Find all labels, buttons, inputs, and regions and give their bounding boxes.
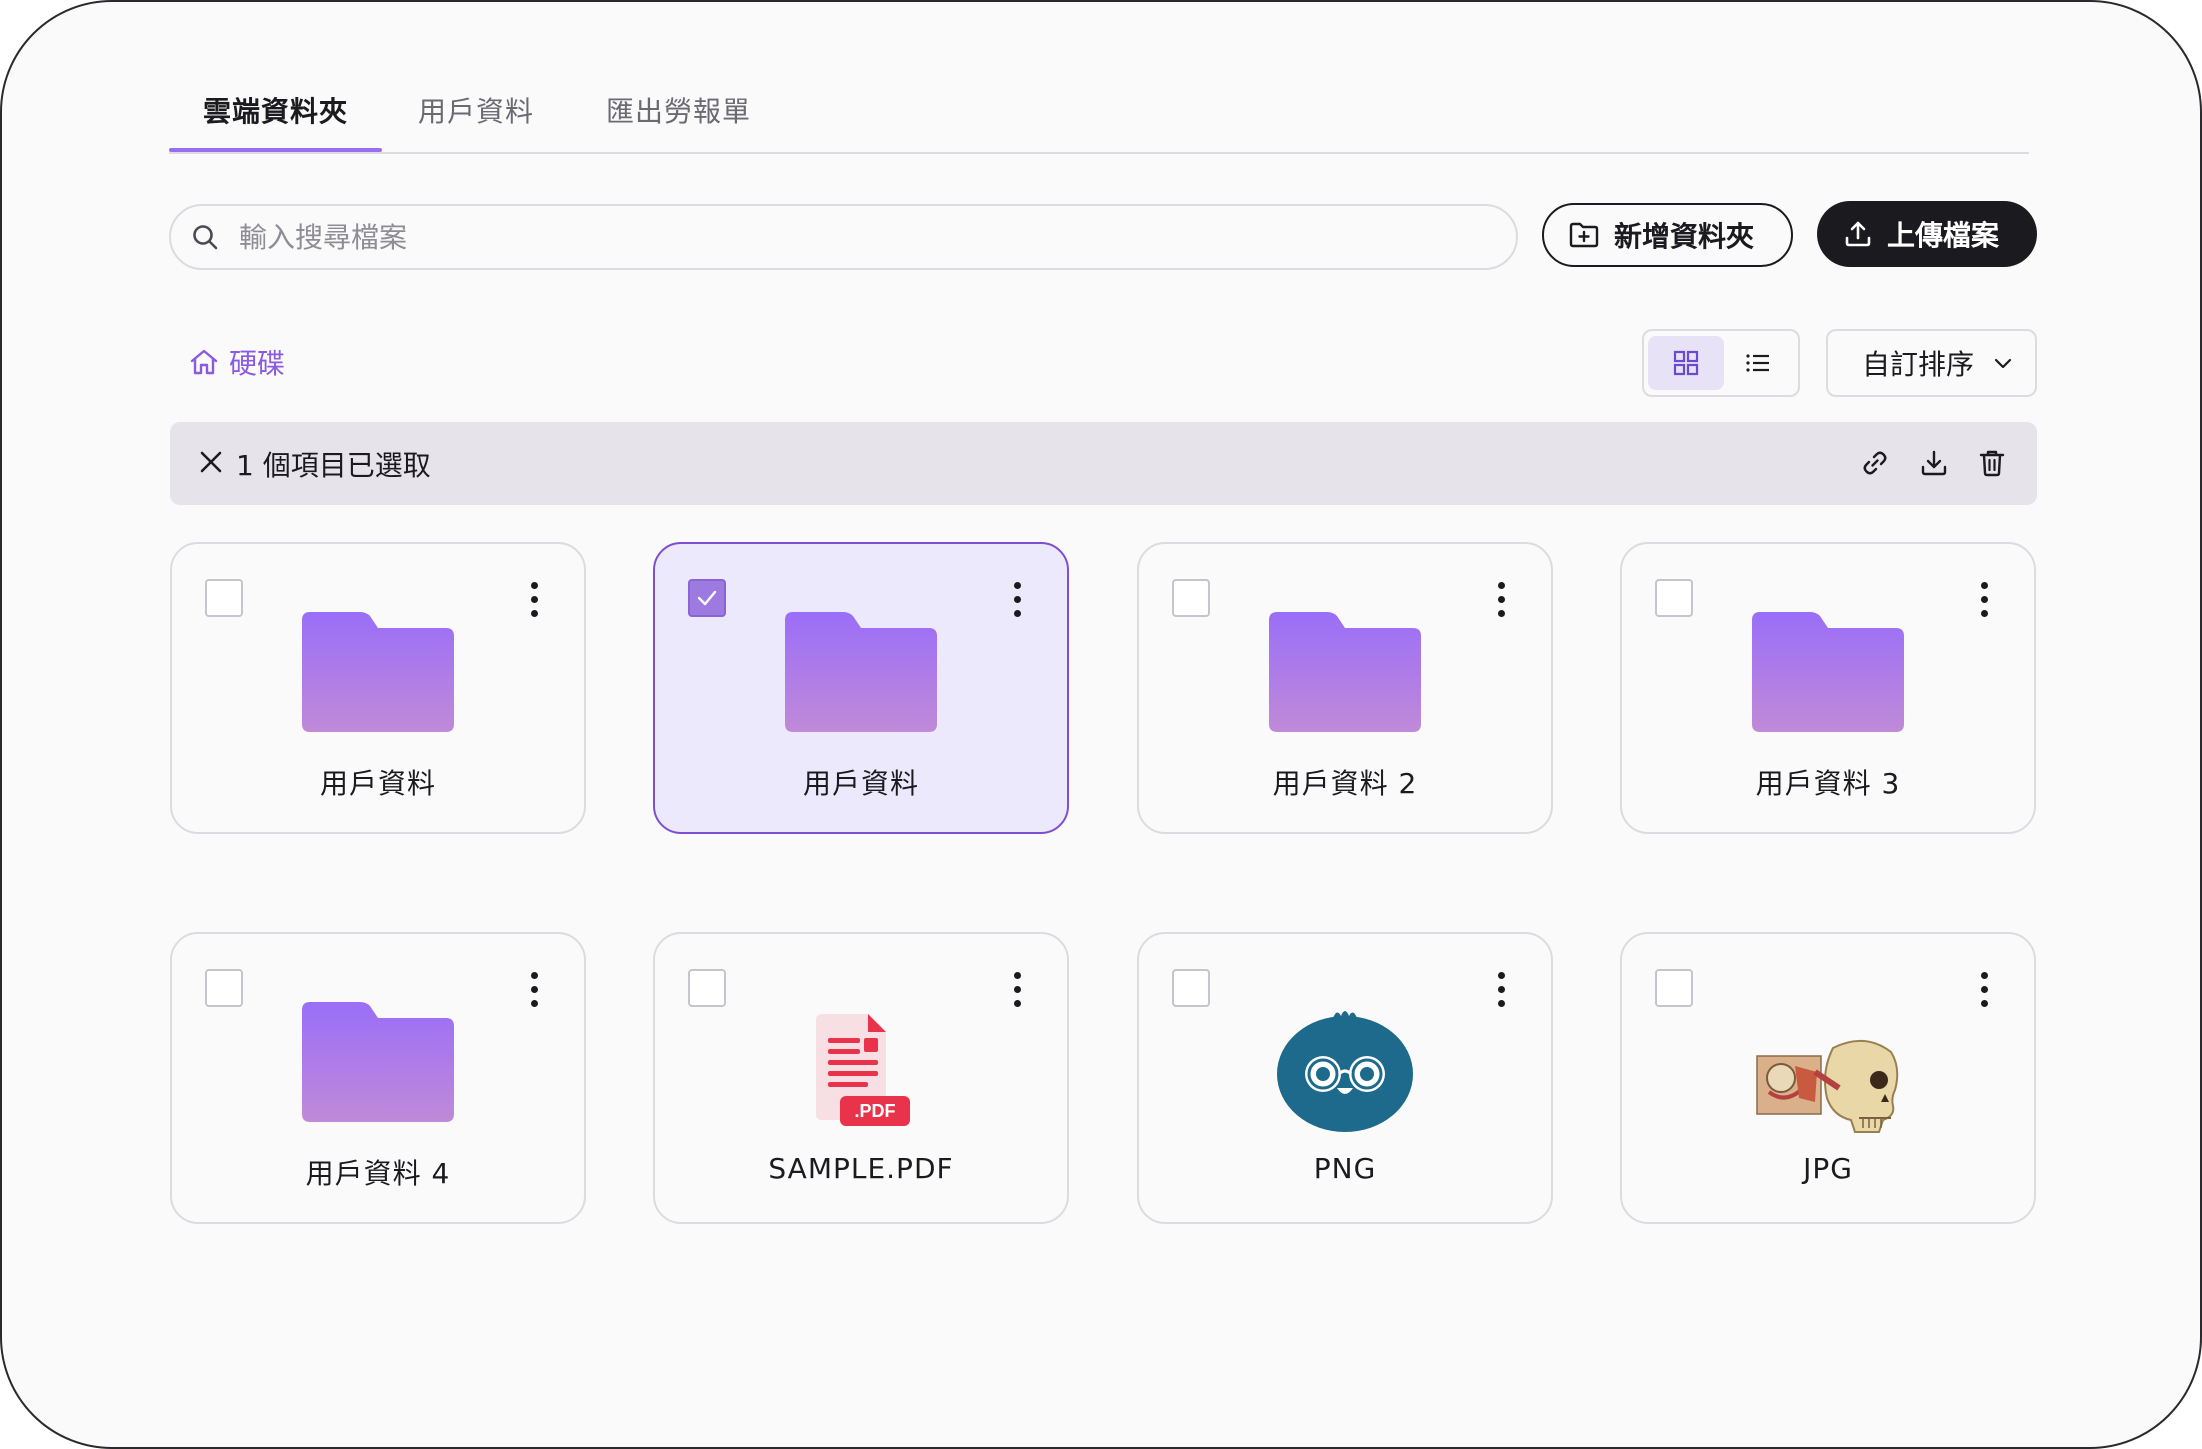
- file-card[interactable]: 用戶資料 3: [1620, 542, 2036, 834]
- more-options-icon[interactable]: [1978, 580, 1990, 620]
- upload-label: 上傳檔案: [1887, 219, 2000, 252]
- folder-icon: [1752, 612, 1904, 732]
- file-card[interactable]: 用戶資料 4: [170, 932, 586, 1224]
- more-options-icon[interactable]: [528, 580, 540, 620]
- file-card[interactable]: JPG: [1620, 932, 2036, 1224]
- checkmark-icon: [697, 590, 717, 606]
- pdf-badge-text: .PDF: [854, 1101, 895, 1121]
- file-card-selected[interactable]: 用戶資料: [653, 542, 1069, 834]
- download-icon[interactable]: [1919, 448, 1949, 478]
- more-options-icon[interactable]: [1495, 970, 1507, 1010]
- item-checkbox[interactable]: [688, 969, 726, 1007]
- item-name: 用戶資料 3: [1755, 767, 1901, 800]
- pdf-file-icon: .PDF: [816, 1014, 910, 1126]
- list-icon: [1746, 354, 1769, 372]
- view-toggle: [1642, 329, 1800, 397]
- file-card[interactable]: 用戶資料 2: [1137, 542, 1553, 834]
- upload-file-button[interactable]: 上傳檔案: [1817, 201, 2037, 267]
- item-checkbox[interactable]: [1655, 579, 1693, 617]
- more-options-icon[interactable]: [1011, 970, 1023, 1010]
- item-name: 用戶資料 4: [305, 1157, 451, 1190]
- breadcrumb-root-label: 硬碟: [229, 347, 286, 380]
- more-options-icon[interactable]: [528, 970, 540, 1010]
- folder-icon: [302, 612, 454, 732]
- skull-image-thumbnail: [1756, 1039, 1899, 1133]
- folder-icon: [302, 1002, 454, 1122]
- folder-icon: [1269, 612, 1421, 732]
- grid-view-button[interactable]: [1648, 336, 1724, 390]
- item-name: PNG: [1313, 1152, 1377, 1185]
- item-name: JPG: [1803, 1152, 1853, 1185]
- sort-label: 自訂排序: [1862, 348, 1975, 381]
- breadcrumb[interactable]: 硬碟: [189, 342, 285, 382]
- item-checkbox[interactable]: [1172, 579, 1210, 617]
- item-name: SAMPLE.PDF: [768, 1152, 954, 1185]
- more-options-icon[interactable]: [1978, 970, 1990, 1010]
- more-options-icon[interactable]: [1495, 580, 1507, 620]
- file-card[interactable]: PNG: [1137, 932, 1553, 1224]
- trash-icon[interactable]: [1977, 448, 2007, 478]
- list-view-button[interactable]: [1720, 336, 1796, 390]
- selection-count-text: 1 個項目已選取: [236, 449, 431, 482]
- folder-icon: [785, 612, 937, 732]
- folder-plus-icon: [1569, 222, 1599, 248]
- file-card[interactable]: 用戶資料: [170, 542, 586, 834]
- item-checkbox-checked[interactable]: [688, 579, 726, 617]
- item-name: 用戶資料: [802, 767, 919, 800]
- tab-cloud-folders[interactable]: 雲端資料夾: [168, 90, 383, 152]
- search-icon: [193, 225, 218, 250]
- selection-bar: 1 個項目已選取: [170, 422, 2037, 505]
- chevron-down-icon: [1994, 358, 2012, 369]
- sort-dropdown[interactable]: 自訂排序: [1826, 329, 2037, 397]
- item-checkbox[interactable]: [205, 579, 243, 617]
- home-icon: [190, 349, 218, 375]
- item-checkbox[interactable]: [1172, 969, 1210, 1007]
- new-folder-label: 新增資料夾: [1614, 220, 1755, 253]
- search-box: [169, 204, 1518, 270]
- item-name: 用戶資料: [319, 767, 436, 800]
- app-window: 雲端資料夾 用戶資料 匯出勞報單 新增資料夾 上傳檔案 硬碟: [0, 0, 2202, 1449]
- link-icon[interactable]: [1860, 448, 1890, 478]
- owl-image-thumbnail: [1277, 1011, 1413, 1132]
- tab-user-data[interactable]: 用戶資料: [418, 90, 534, 150]
- search-input[interactable]: [237, 214, 1481, 260]
- upload-icon: [1845, 221, 1871, 247]
- tab-bar: 雲端資料夾 用戶資料 匯出勞報單: [168, 90, 2029, 154]
- item-checkbox[interactable]: [205, 969, 243, 1007]
- more-options-icon[interactable]: [1011, 580, 1023, 620]
- tab-export-labor-report[interactable]: 匯出勞報單: [606, 90, 751, 150]
- new-folder-button[interactable]: 新增資料夾: [1542, 203, 1793, 267]
- grid-icon: [1673, 350, 1699, 376]
- file-card[interactable]: .PDF SAMPLE.PDF: [653, 932, 1069, 1224]
- item-name: 用戶資料 2: [1272, 767, 1418, 800]
- item-checkbox[interactable]: [1655, 969, 1693, 1007]
- close-icon[interactable]: [198, 449, 224, 475]
